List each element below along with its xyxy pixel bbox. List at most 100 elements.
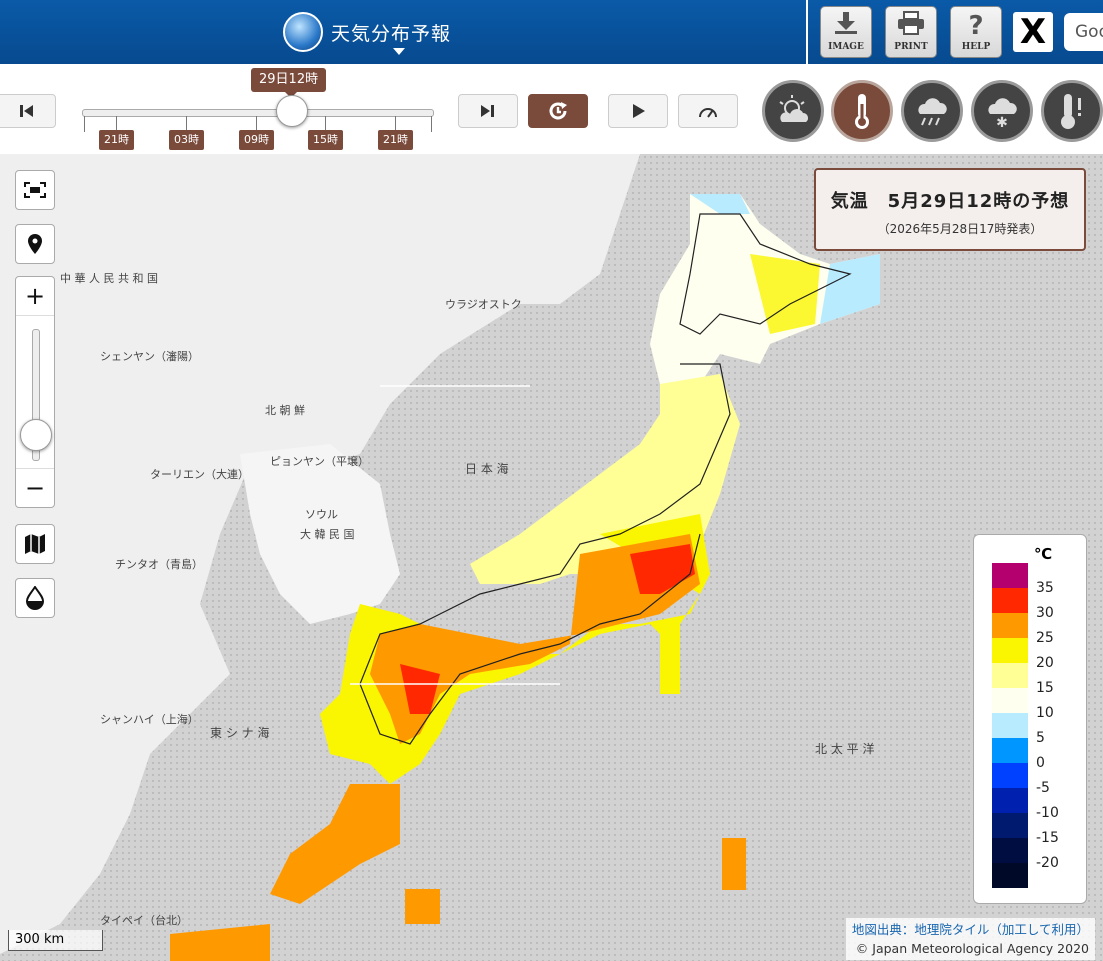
category-weather-button[interactable] (762, 80, 824, 142)
app-brand[interactable]: 天気分布予報 (283, 12, 452, 55)
legend-swatch (992, 613, 1028, 638)
legend-swatch (992, 663, 1028, 688)
svg-text:?: ? (968, 11, 983, 37)
skip-forward-icon (481, 105, 494, 117)
play-button[interactable] (608, 94, 668, 128)
scale-bar: 300 km (8, 930, 103, 951)
basemap-button[interactable] (15, 524, 55, 564)
help-button-label: HELP (961, 42, 991, 52)
legend-label: 10 (1036, 705, 1054, 721)
tick-label: 15時 (308, 130, 343, 150)
skip-to-end-button[interactable] (458, 94, 518, 128)
image-button-label: IMAGE (828, 42, 864, 52)
map-pin-icon (28, 234, 42, 254)
temperature-legend: ℃ 35 30 25 20 15 10 5 0 -5 -10 -15 -20 (973, 534, 1087, 904)
map-source-link[interactable]: 地図出典：地理院タイル（加工して利用） (852, 920, 1089, 939)
zoom-slider-thumb[interactable] (20, 419, 52, 451)
category-snowfall-button[interactable]: ✱ (971, 80, 1033, 142)
legend-label: 0 (1036, 755, 1045, 771)
legend-label: -20 (1036, 855, 1059, 871)
x-logo-icon: X (1019, 12, 1047, 52)
forecast-issued: （2026年5月28日17時発表） (877, 222, 1043, 236)
rain-cloud-icon (918, 98, 947, 126)
legend-label: -15 (1036, 830, 1059, 846)
legend-swatch (992, 813, 1028, 838)
legend-swatch (992, 763, 1028, 788)
tick-label: 21時 (99, 130, 134, 150)
map-label-pyongyang: ピョンヤン（平壌） (270, 455, 369, 468)
legend-label: 20 (1036, 655, 1054, 671)
tick-label: 09時 (239, 130, 274, 150)
legend-label: -10 (1036, 805, 1059, 821)
search-box[interactable]: Goo (1064, 13, 1103, 51)
tick-label: 03時 (169, 130, 204, 150)
app-title: 天気分布予報 (331, 22, 452, 45)
speedometer-icon (699, 108, 717, 118)
timeline-controls: 29日12時 21時 03時 09時 15時 21時 ✱ (0, 64, 1103, 154)
map-label-vladivostok: ウラジオストク (445, 298, 522, 311)
forecast-info-box: 気温 5月29日12時の予想 （2026年5月28日17時発表） (814, 168, 1086, 251)
map-label-shenyang: シェンヤン（瀋陽） (100, 350, 199, 363)
legend-swatch (992, 638, 1028, 663)
thermometer-alert-icon (1061, 94, 1081, 129)
image-button[interactable]: IMAGE (820, 6, 872, 58)
header-divider (806, 0, 808, 64)
time-slider-track[interactable] (82, 109, 434, 117)
map-label-east-china-sea: 東 シ ナ 海 (210, 726, 270, 740)
legend-label: 5 (1036, 730, 1045, 746)
x-share-button[interactable]: X (1013, 12, 1053, 52)
location-button[interactable] (15, 224, 55, 264)
help-button[interactable]: ? HELP (950, 6, 1002, 58)
reset-time-button[interactable] (528, 94, 588, 128)
map-label-south-korea: 大 韓 民 国 (300, 528, 355, 541)
legend-swatch (992, 588, 1028, 613)
map-label-seoul: ソウル (305, 508, 338, 521)
legend-unit: ℃ (1034, 545, 1053, 563)
skip-to-start-button[interactable] (0, 94, 56, 128)
category-temperature-button[interactable] (831, 80, 893, 142)
map-label-shanghai: シャンハイ（上海） (100, 713, 199, 726)
download-icon (835, 12, 857, 34)
header-bar: 天気分布予報 IMAGE PRINT ? HELP X Goo (0, 0, 1103, 64)
drop-half-icon (25, 586, 45, 610)
opacity-button[interactable] (15, 578, 55, 618)
category-precipitation-button[interactable] (901, 80, 963, 142)
slider-tick (431, 116, 432, 132)
map-label-taipei: タイペイ（台北） (100, 914, 188, 927)
legend-label: 35 (1036, 580, 1054, 596)
map-label-sea-of-japan: 日 本 海 (465, 462, 509, 476)
legend-swatch (992, 838, 1028, 863)
play-icon (633, 104, 645, 118)
current-time-bubble: 29日12時 (251, 68, 327, 98)
thermometer-icon (855, 94, 869, 129)
chevron-down-icon[interactable] (393, 48, 405, 55)
speed-button[interactable] (678, 94, 738, 128)
zoom-in-button[interactable]: + (16, 277, 54, 316)
time-slider-thumb[interactable] (276, 95, 308, 127)
print-button-label: PRINT (894, 42, 928, 52)
refresh-clock-icon (549, 102, 567, 120)
fullscreen-button[interactable] (15, 170, 55, 210)
map-label-pacific: 北 太 平 洋 (815, 742, 875, 756)
print-button[interactable]: PRINT (885, 6, 937, 58)
snow-cloud-icon: ✱ (988, 98, 1017, 128)
tick-label: 21時 (378, 130, 413, 150)
japan-map-logo-icon (283, 12, 323, 52)
copyright-text: © Japan Meteorological Agency 2020 (855, 941, 1089, 956)
map-label-qingdao: チンタオ（青島） (115, 558, 203, 571)
legend-label: 25 (1036, 630, 1054, 646)
sun-cloud-icon (779, 95, 808, 122)
svg-text:✱: ✱ (996, 115, 1008, 128)
map-label-dalian: ターリエン（大連） (150, 468, 249, 481)
zoom-out-button[interactable]: − (16, 468, 54, 507)
legend-label: -5 (1036, 780, 1050, 796)
map-area[interactable]: 中 華 人 民 共 和 国 北 朝 鮮 大 韓 民 国 日 本 海 東 シ ナ … (0, 154, 1103, 961)
forecast-title: 気温 5月29日12時の予想 (830, 191, 1070, 212)
category-warning-button[interactable] (1041, 80, 1103, 142)
map-label-china: 中 華 人 民 共 和 国 (60, 272, 158, 285)
skip-back-icon (20, 105, 33, 117)
folded-map-icon (25, 534, 45, 554)
legend-swatch (992, 688, 1028, 713)
zoom-control: + − (15, 276, 55, 508)
legend-swatch (992, 563, 1028, 588)
